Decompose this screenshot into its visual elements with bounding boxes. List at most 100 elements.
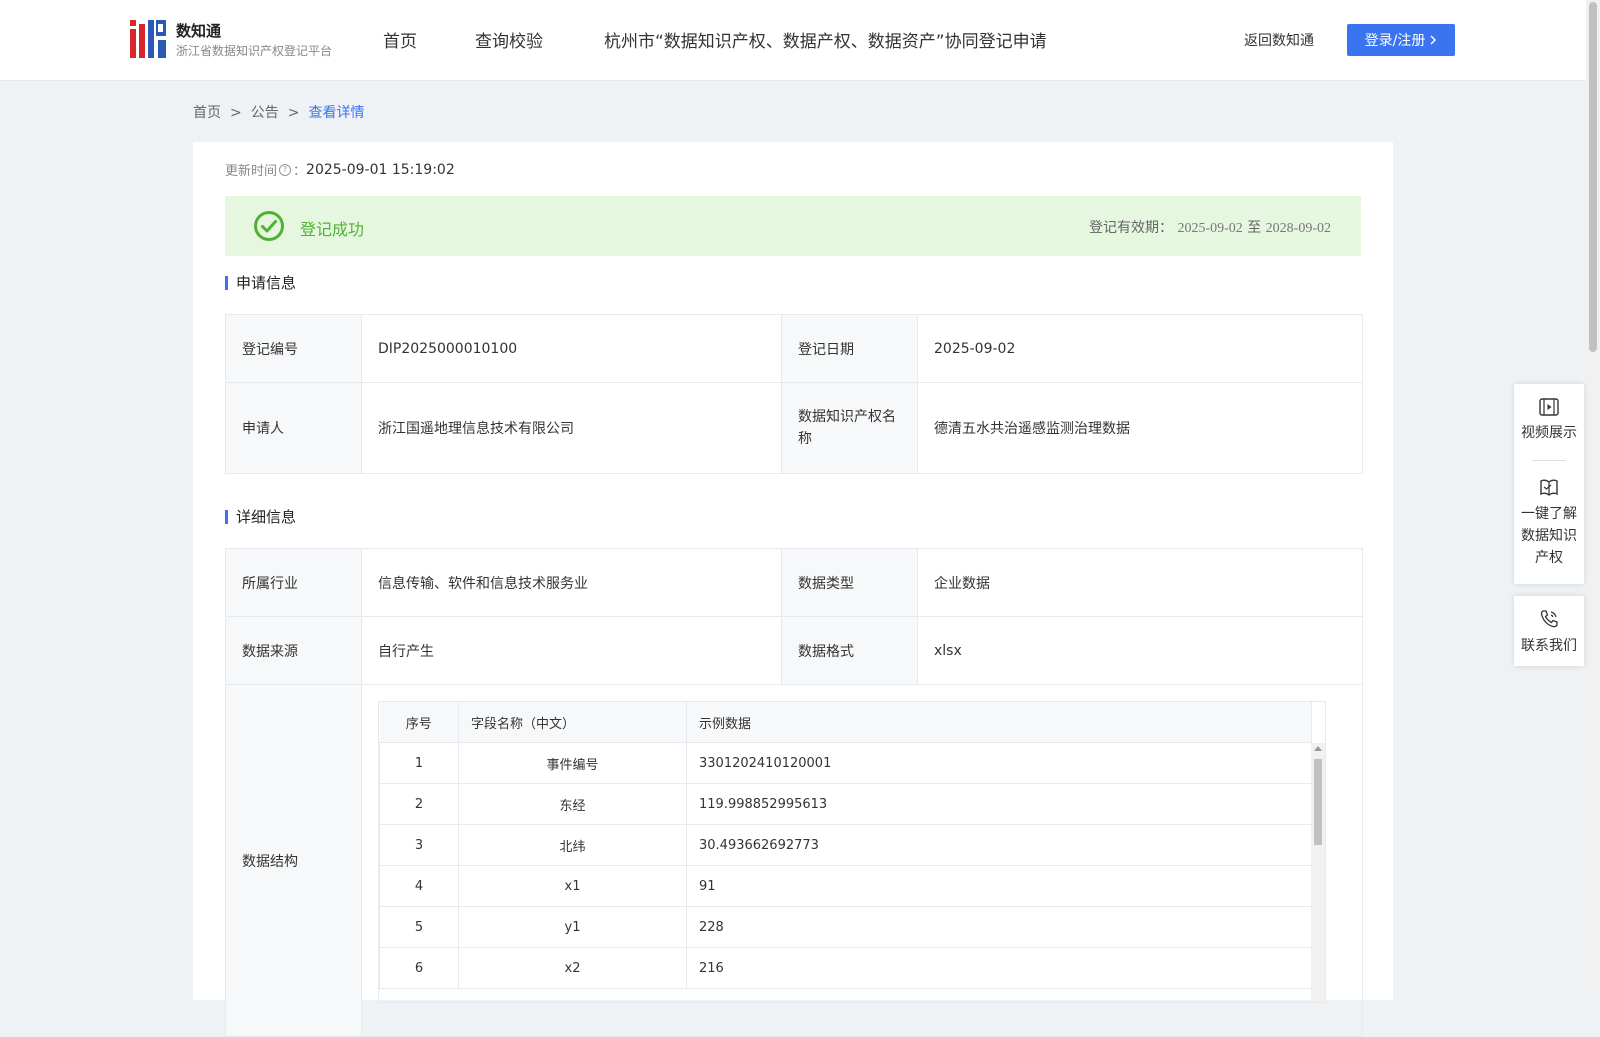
row-no: 3	[379, 824, 459, 866]
logo-icon[interactable]	[130, 20, 166, 58]
reg-no-label: 登记编号	[225, 314, 362, 383]
help-icon[interactable]: ?	[279, 163, 292, 176]
data-type-label: 数据类型	[781, 548, 918, 617]
table-row: 登记编号 DIP2025000010100 登记日期 2025-09-02	[225, 314, 1363, 383]
row-field: 东经	[458, 783, 687, 825]
table-row: 5 y1 228	[379, 906, 1312, 948]
chevron-right-icon	[1430, 35, 1437, 45]
detail-card: 更新时间 ? ： 2025-09-01 15:19:02 登记成功 登记有效期：…	[193, 142, 1393, 1037]
update-time-label: 更新时间	[225, 164, 278, 179]
ip-name-label: 数据知识产权名称	[781, 382, 918, 474]
nav-home[interactable]: 首页	[383, 27, 417, 52]
row-field: y1	[458, 906, 687, 948]
industry-value: 信息传输、软件和信息技术服务业	[361, 548, 782, 617]
validity-to-word: 至	[1247, 220, 1262, 236]
row-sample: 228	[686, 906, 1312, 948]
update-time-colon: ：	[293, 164, 307, 179]
page-scrollbar[interactable]	[1586, 0, 1600, 1000]
status-text: 登记成功	[300, 220, 365, 239]
row-field: x2	[458, 947, 687, 989]
row-no: 4	[379, 865, 459, 907]
reg-date-value: 2025-09-02	[917, 314, 1363, 383]
validity-period: 登记有效期： 2025-09-02 至 2028-09-02	[1089, 217, 1331, 237]
logo-name: 数知通	[176, 22, 222, 40]
side-panel-lower: 联系我们	[1514, 596, 1584, 666]
back-to-shuzhitong-link[interactable]: 返回数知通	[1244, 30, 1314, 50]
scroll-up-arrow-icon[interactable]	[1314, 746, 1322, 751]
row-no: 2	[379, 783, 459, 825]
field-table-header: 序号 字段名称（中文） 示例数据	[379, 702, 1312, 743]
row-field: x1	[458, 865, 687, 907]
nav-hangzhou-registration[interactable]: 杭州市“数据知识产权、数据产权、数据资产”协同登记申请	[604, 27, 1047, 52]
industry-label: 所属行业	[225, 548, 362, 617]
video-showcase-label: 视频展示	[1521, 425, 1577, 441]
source-label: 数据来源	[225, 616, 362, 685]
update-time: 更新时间 ? ： 2025-09-01 15:19:02	[225, 160, 455, 180]
learn-ip-button[interactable]: 一键了解 数据知识 产权	[1514, 461, 1584, 569]
breadcrumb-current: 查看详情	[308, 105, 365, 121]
field-table: 序号 字段名称（中文） 示例数据 1 事件编号 3301202410120001	[379, 702, 1312, 989]
breadcrumb-home[interactable]: 首页	[193, 105, 221, 121]
application-table: 登记编号 DIP2025000010100 登记日期 2025-09-02 申请…	[225, 314, 1363, 474]
login-register-label: 登录/注册	[1364, 33, 1426, 49]
breadcrumb-separator: >	[287, 105, 300, 121]
row-sample: 30.493662692773	[686, 824, 1312, 866]
learn-ip-label-line3: 产权	[1535, 550, 1563, 566]
breadcrumb: 首页 > 公告 > 查看详情	[193, 102, 364, 122]
login-register-button[interactable]: 登录/注册	[1347, 24, 1455, 56]
field-table-scrollbar[interactable]	[1311, 743, 1325, 1002]
check-circle-icon	[254, 211, 284, 241]
table-row: 1 事件编号 3301202410120001	[379, 742, 1312, 784]
details-title-text: 详细信息	[236, 508, 297, 526]
phone-icon	[1540, 610, 1558, 628]
table-row: 2 东经 119.998852995613	[379, 783, 1312, 825]
col-header-no: 序号	[379, 702, 459, 743]
table-row: 所属行业 信息传输、软件和信息技术服务业 数据类型 企业数据	[225, 548, 1363, 617]
video-showcase-button[interactable]: 视频展示	[1514, 384, 1584, 460]
applicant-value: 浙江国遥地理信息技术有限公司	[361, 382, 782, 474]
contact-us-button[interactable]: 联系我们	[1514, 596, 1584, 655]
breadcrumb-announcement[interactable]: 公告	[251, 105, 279, 121]
logo-subtitle: 浙江省数据知识产权登记平台	[176, 44, 333, 58]
table-row: 4 x1 91	[379, 865, 1312, 907]
validity-label: 登记有效期：	[1088, 220, 1173, 236]
reg-date-label: 登记日期	[781, 314, 918, 383]
details-section-title: 详细信息	[225, 506, 296, 527]
learn-ip-label-line2: 数据知识	[1521, 528, 1577, 544]
table-row: 3 北纬 30.493662692773	[379, 824, 1312, 866]
table-row: 数据来源 自行产生 数据格式 xlsx	[225, 616, 1363, 685]
field-table-container: 序号 字段名称（中文） 示例数据 1 事件编号 3301202410120001	[378, 701, 1326, 1003]
format-label: 数据格式	[781, 616, 918, 685]
section-marker	[225, 275, 228, 290]
side-panel-upper: 视频展示 一键了解 数据知识 产权	[1514, 384, 1584, 584]
validity-from: 2025-09-02	[1177, 221, 1243, 236]
contact-us-label: 联系我们	[1521, 638, 1577, 654]
col-header-sample: 示例数据	[686, 702, 1312, 743]
col-header-field: 字段名称（中文）	[458, 702, 687, 743]
row-no: 6	[379, 947, 459, 989]
field-table-scrollbar-thumb[interactable]	[1314, 759, 1322, 845]
table-row: 数据结构 序号 字段名称（中文） 示例数据 1 事件编号 33012024101…	[225, 684, 1363, 1037]
nav-query[interactable]: 查询校验	[475, 27, 543, 52]
application-title-text: 申请信息	[236, 274, 297, 292]
row-sample: 216	[686, 947, 1312, 989]
details-table: 所属行业 信息传输、软件和信息技术服务业 数据类型 企业数据 数据来源 自行产生…	[225, 548, 1363, 1037]
table-row: 6 x2 216	[379, 947, 1312, 989]
breadcrumb-separator: >	[230, 105, 242, 121]
application-section-title: 申请信息	[225, 272, 296, 293]
status-banner: 登记成功 登记有效期： 2025-09-02 至 2028-09-02	[225, 196, 1361, 256]
validity-to: 2028-09-02	[1265, 221, 1331, 236]
row-field: 北纬	[458, 824, 687, 866]
row-no: 1	[379, 742, 459, 784]
update-time-value: 2025-09-01 15:19:02	[306, 161, 455, 178]
format-value: xlsx	[917, 616, 1363, 685]
table-row: 申请人 浙江国遥地理信息技术有限公司 数据知识产权名称 德清五水共治遥感监测治理…	[225, 382, 1363, 474]
page-scrollbar-thumb[interactable]	[1589, 2, 1597, 352]
top-header: 数知通 浙江省数据知识产权登记平台 首页 查询校验 杭州市“数据知识产权、数据产…	[0, 0, 1586, 81]
section-marker	[225, 509, 228, 524]
structure-cell: 序号 字段名称（中文） 示例数据 1 事件编号 3301202410120001	[361, 684, 1363, 1037]
ip-name-value: 德清五水共治遥感监测治理数据	[917, 382, 1363, 474]
row-sample: 119.998852995613	[686, 783, 1312, 825]
video-icon	[1539, 398, 1559, 416]
book-icon	[1540, 479, 1558, 496]
